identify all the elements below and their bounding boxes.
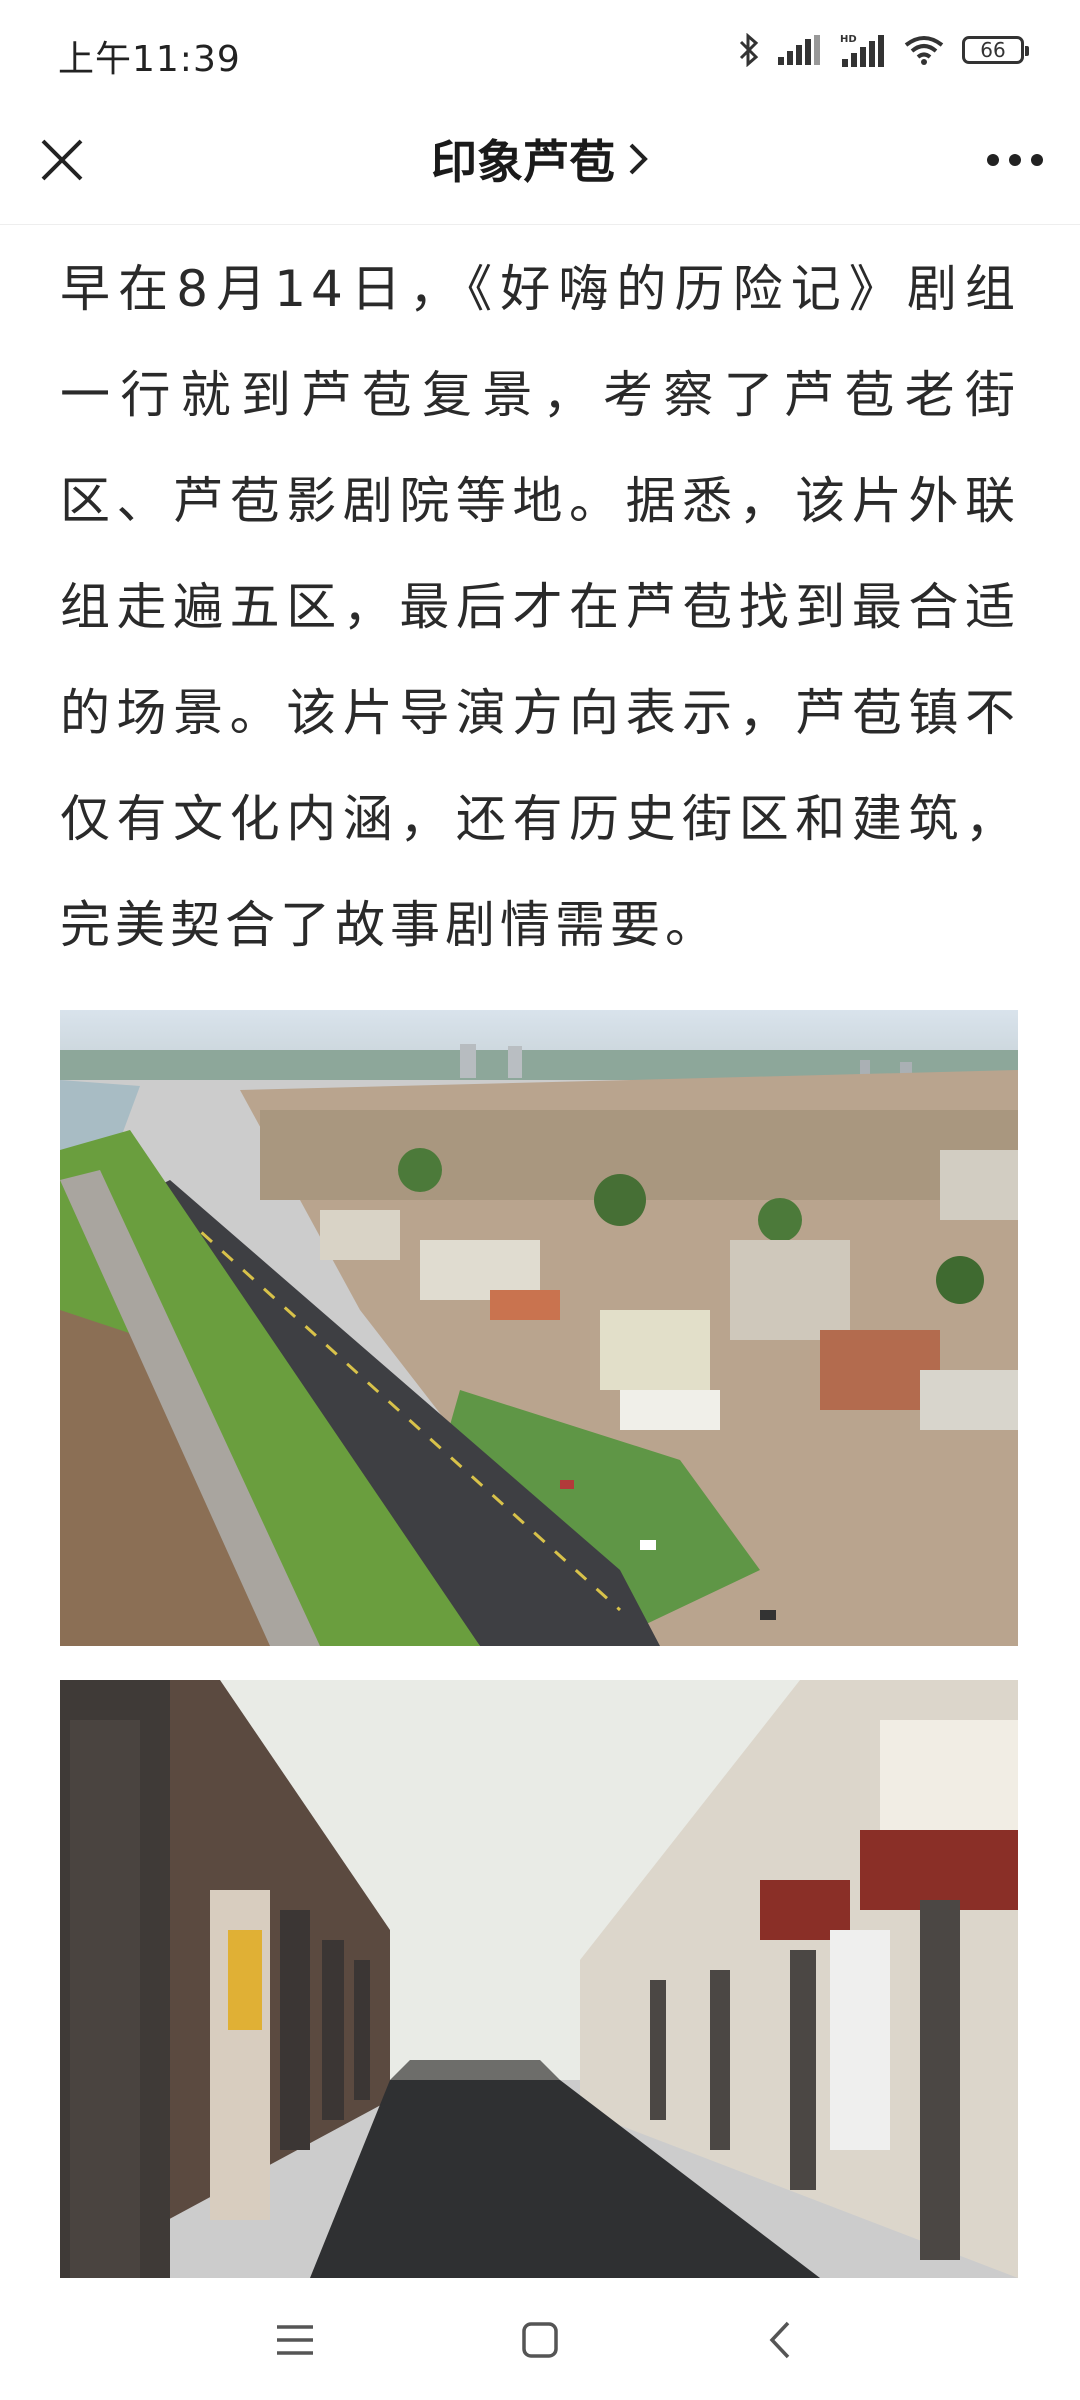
article-content[interactable]: 早在8月14日，《好嗨的历险记》剧组一行就到芦苞复景，考察了芦苞老街区、芦苞影剧… — [0, 224, 1080, 2282]
back-button[interactable] — [745, 2310, 815, 2370]
svg-text:HD: HD — [840, 34, 857, 45]
wifi-icon — [904, 36, 944, 65]
hd-signal-icon: HD — [840, 34, 884, 67]
chevron-right-icon — [629, 143, 648, 175]
menu-icon — [277, 2325, 313, 2355]
page-title[interactable]: 印象芦苞 — [0, 126, 1080, 192]
old-street-image — [60, 1680, 1018, 2278]
status-time: 上午11:39 — [58, 39, 241, 80]
old-street-photo[interactable] — [60, 1680, 1018, 2278]
more-button[interactable] — [980, 128, 1050, 192]
nav-bar: 印象芦苞 — [0, 100, 1080, 225]
aerial-town-image — [60, 1010, 1018, 1646]
article-paragraph: 早在8月14日，《好嗨的历险记》剧组一行就到芦苞复景，考察了芦苞老街区、芦苞影剧… — [60, 260, 1020, 954]
menu-button[interactable] — [260, 2310, 330, 2370]
system-nav-bar — [0, 2282, 1080, 2400]
status-icons: HD 66 — [738, 30, 1029, 70]
back-icon — [769, 2321, 790, 2359]
home-button[interactable] — [505, 2310, 575, 2370]
status-bar: 上午11:39 HD 66 — [0, 0, 1080, 100]
account-name[interactable]: 印象芦苞 — [431, 126, 615, 192]
signal-icon — [778, 35, 820, 65]
aerial-town-photo[interactable] — [60, 1010, 1018, 1646]
bluetooth-icon — [739, 33, 759, 67]
home-icon — [522, 2322, 558, 2358]
more-icon — [987, 154, 1043, 166]
battery-level: 66 — [980, 38, 1006, 62]
battery-icon: 66 — [962, 36, 1029, 64]
